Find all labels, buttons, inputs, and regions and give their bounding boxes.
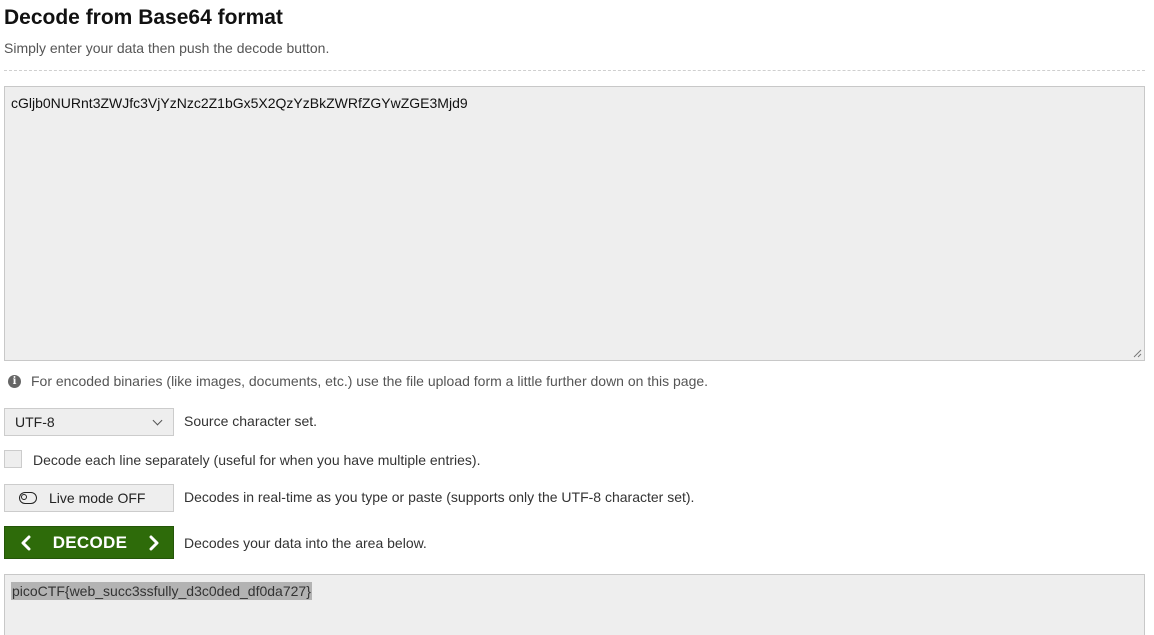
toggle-off-icon — [19, 492, 37, 504]
split-lines-label[interactable]: Decode each line separately (useful for … — [33, 452, 480, 468]
file-upload-hint-text: For encoded binaries (like images, docum… — [31, 373, 709, 389]
chevron-left-icon — [21, 535, 31, 551]
resize-grip-icon[interactable] — [1133, 349, 1142, 358]
live-mode-button[interactable]: Live mode OFF — [4, 484, 174, 512]
source-charset-select[interactable]: UTF-8 — [4, 408, 174, 436]
decoded-output-text[interactable]: picoCTF{web_succ3ssfully_d3c0ded_df0da72… — [11, 582, 312, 600]
page-title: Decode from Base64 format — [4, 6, 283, 29]
charset-label: Source character set. — [184, 413, 318, 429]
file-upload-hint: i For encoded binaries (like images, doc… — [8, 372, 708, 390]
divider — [4, 70, 1145, 71]
split-lines-checkbox[interactable] — [4, 450, 22, 468]
decoded-output-area[interactable]: picoCTF{web_succ3ssfully_d3c0ded_df0da72… — [4, 574, 1145, 635]
info-icon: i — [8, 374, 21, 388]
decode-description: Decodes your data into the area below. — [184, 535, 427, 551]
decode-button[interactable]: DECODE — [4, 526, 174, 559]
base64-decode-page: Decode from Base64 format Simply enter y… — [0, 0, 1154, 635]
chevron-down-icon — [152, 415, 163, 425]
decode-button-label: DECODE — [52, 532, 128, 552]
charset-selected-value: UTF-8 — [15, 414, 55, 430]
chevron-right-icon — [149, 535, 159, 551]
page-subtitle: Simply enter your data then push the dec… — [4, 40, 330, 56]
base64-input-textarea[interactable] — [4, 86, 1145, 361]
live-mode-description: Decodes in real-time as you type or past… — [184, 489, 695, 505]
live-mode-label: Live mode OFF — [49, 490, 146, 506]
